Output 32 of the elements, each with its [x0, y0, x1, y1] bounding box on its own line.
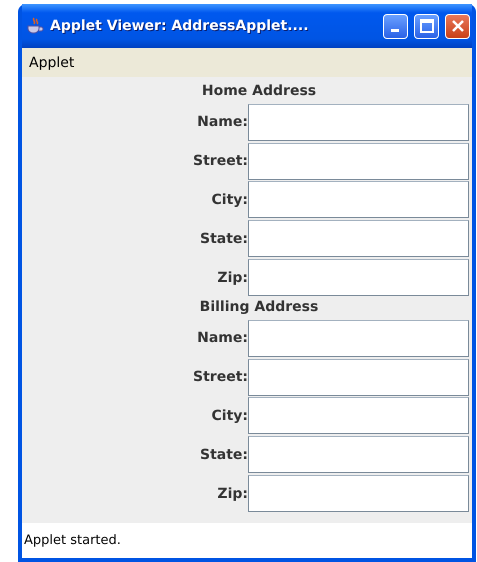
- field-label: Street:: [192, 369, 248, 386]
- input-field[interactable]: [248, 259, 469, 296]
- field-label: Street:: [192, 153, 248, 170]
- status-bar: Applet started.: [22, 523, 472, 558]
- close-button[interactable]: [445, 14, 470, 38]
- window-title: Applet Viewer: AddressApplet....: [50, 18, 310, 34]
- input-field[interactable]: [248, 220, 469, 258]
- input-field[interactable]: [248, 397, 469, 434]
- field-label: State:: [198, 230, 248, 247]
- input-field[interactable]: [248, 358, 469, 396]
- input-field[interactable]: [248, 436, 469, 474]
- input-field[interactable]: [248, 142, 469, 180]
- maximize-button[interactable]: [414, 14, 439, 38]
- input-field[interactable]: [248, 475, 469, 512]
- close-icon: [450, 19, 464, 33]
- coffee-cup-icon: [26, 17, 44, 35]
- section-heading: Billing Address: [200, 298, 318, 317]
- section-heading: Home Address: [202, 82, 316, 101]
- field-label: Zip:: [216, 270, 248, 286]
- field-label: Zip:: [216, 486, 248, 502]
- input-field[interactable]: [248, 320, 469, 357]
- field-label: State:: [198, 446, 248, 463]
- menu-item[interactable]: Applet: [29, 54, 74, 70]
- minimize-button[interactable]: [383, 14, 408, 38]
- input-field[interactable]: [248, 181, 469, 218]
- field-label: Name:: [196, 114, 248, 130]
- input-field[interactable]: [248, 104, 469, 141]
- field-label: City:: [210, 408, 248, 424]
- field-label: Name:: [196, 330, 248, 346]
- field-label: City:: [210, 192, 248, 208]
- maximize-icon: [420, 19, 434, 33]
- minimize-icon: [390, 28, 398, 32]
